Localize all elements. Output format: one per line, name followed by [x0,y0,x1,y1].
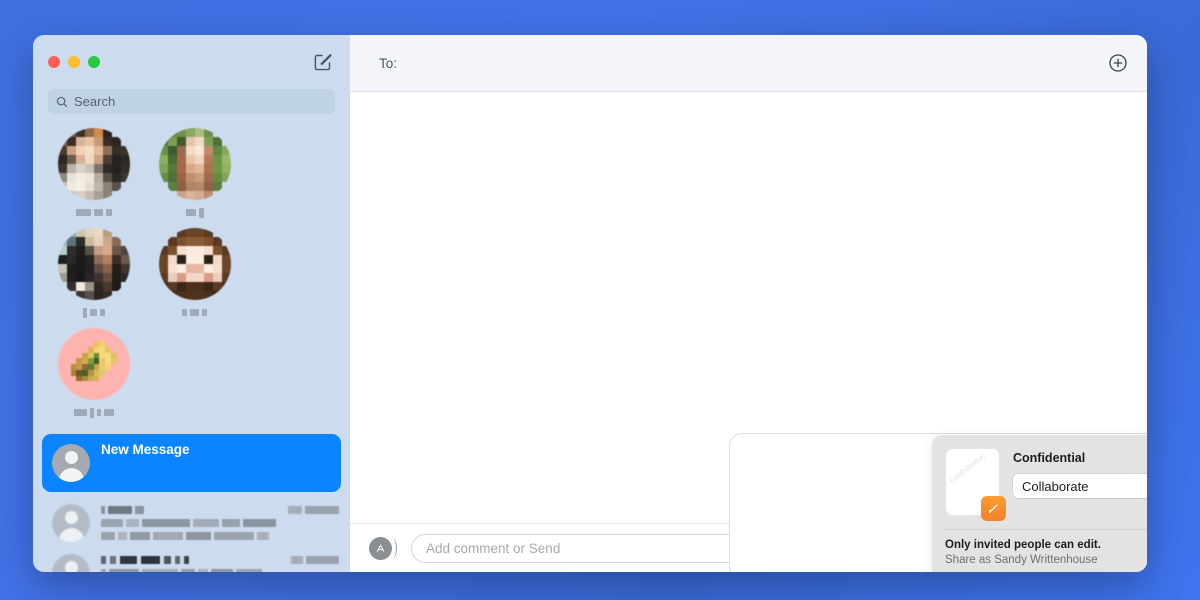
share-options-popover: Confidential Confidential Collaborate [932,435,1147,572]
sidebar-item-new-message[interactable]: New Message [42,434,341,492]
avatar [52,504,90,542]
share-mode-select[interactable]: Collaborate [1013,474,1147,498]
contact-name-redacted [186,209,204,216]
permission-note: Only invited people can edit. [945,539,1147,551]
document-thumbnail[interactable]: Confidential [946,449,999,515]
taco-emoji-icon [71,341,117,387]
avatar-mosaic [58,128,130,200]
sidebar: New Message [33,35,350,572]
messages-window: New Message [33,35,1147,572]
pinned-contacts-grid [33,114,350,432]
sidebar-item-label: New Message [101,442,190,457]
recipients-bar: To: [350,35,1147,92]
share-sheet-header: Confidential Confidential Collaborate [932,435,1147,515]
avatar-mosaic [159,128,231,200]
main-pane: To: Confidential [350,35,1147,572]
pinned-contact[interactable] [43,228,144,316]
avatar [58,128,130,200]
conversation-preview-redacted [101,554,339,572]
maximize-window-button[interactable] [88,56,100,68]
recipients-input[interactable] [403,56,1107,71]
pinned-contact[interactable] [43,128,144,216]
search-icon [56,96,68,108]
contact-name-redacted [83,309,105,316]
contact-name-redacted [76,209,112,216]
conversation-row[interactable] [33,542,350,572]
pinned-contact[interactable] [144,228,245,316]
search-input[interactable] [74,94,327,109]
pinned-contact[interactable] [43,328,144,416]
share-permissions[interactable]: Only invited people can edit. Share as S… [932,530,1147,566]
app-store-icon[interactable] [369,537,392,560]
contact-name-redacted [182,309,207,316]
conversation-preview-redacted [101,504,339,542]
avatar-mosaic [159,228,231,300]
to-label: To: [379,56,397,71]
share-sheet-body: Confidential Collaborate [1013,449,1147,515]
traffic-lights [48,56,100,68]
compose-icon[interactable] [312,51,334,73]
file-title: Confidential [1013,451,1147,465]
memoji-avatar [159,228,231,300]
person-placeholder-icon [52,444,90,482]
search-box[interactable] [48,89,335,114]
titlebar [33,35,350,89]
avatar [52,554,90,572]
share-mode-value: Collaborate [1022,479,1089,494]
avatar [159,128,231,200]
share-as-label: Share as Sandy Writtenhouse [945,554,1147,566]
emoji-avatar [58,328,130,400]
plus-circle-icon[interactable] [1107,52,1129,74]
contact-name-redacted [74,409,114,416]
search-container [33,89,350,114]
message-thread: Confidential Confidential Collaborate [350,92,1147,523]
avatar [58,228,130,300]
pinned-contact[interactable] [144,128,245,216]
minimize-window-button[interactable] [68,56,80,68]
thumbnail-watermark-text: Confidential [947,450,989,485]
pencil-icon [981,496,1006,521]
conversation-row[interactable] [33,492,350,542]
avatar-mosaic [58,228,130,300]
close-window-button[interactable] [48,56,60,68]
